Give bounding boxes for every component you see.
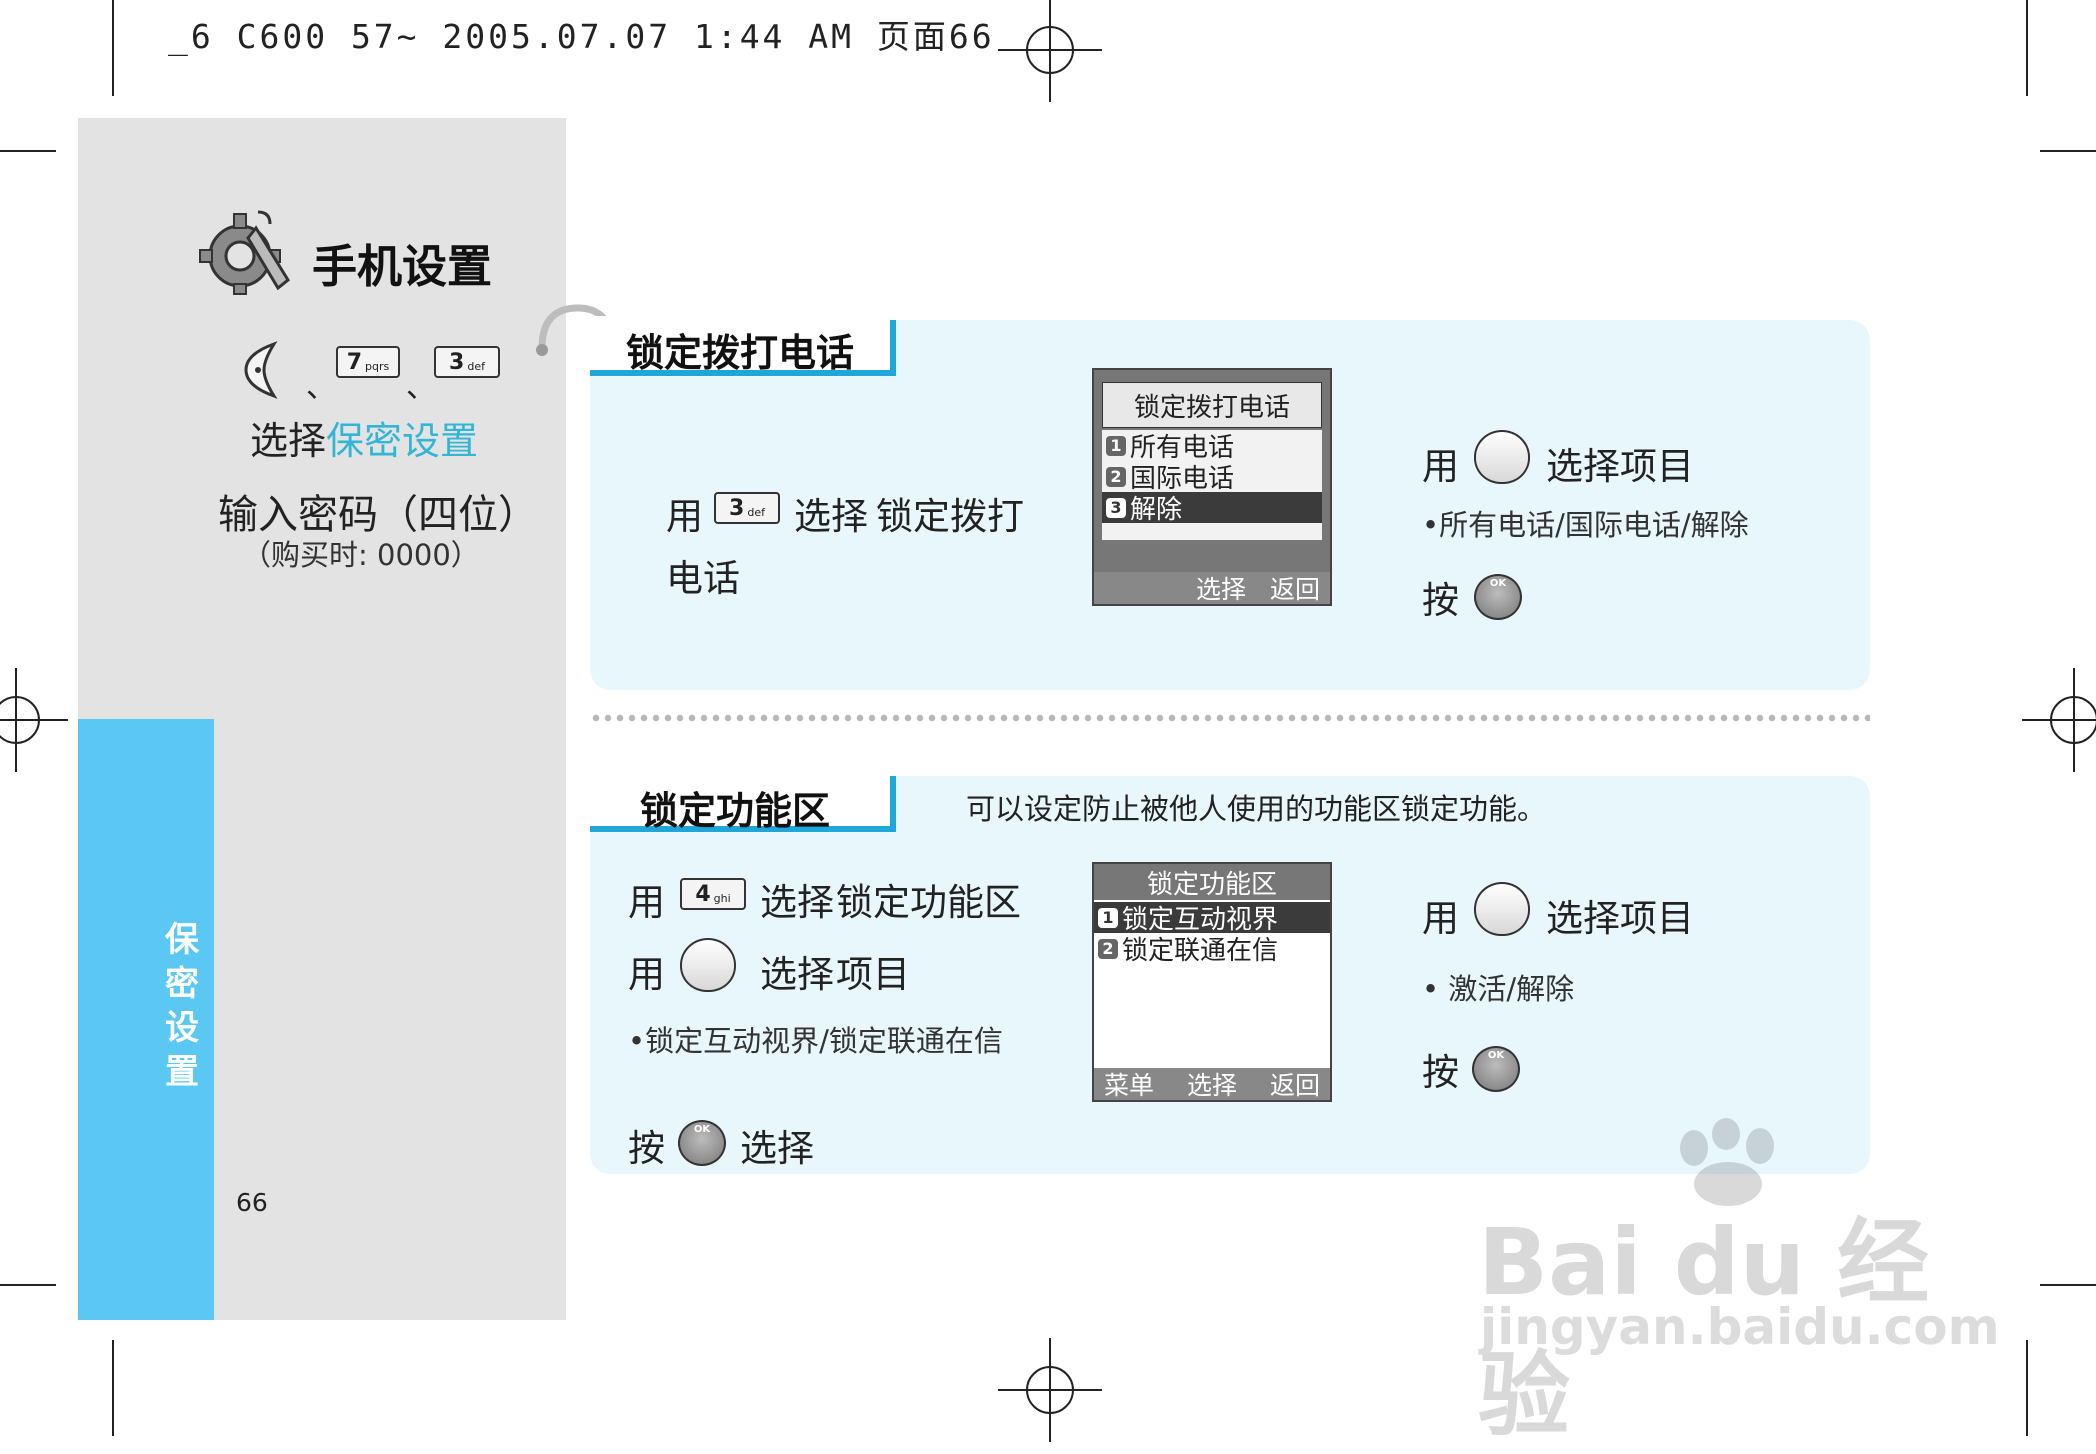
screen-header: 锁定功能区 <box>1094 864 1330 900</box>
crop-mark <box>112 1340 114 1436</box>
nav-key-icon <box>1474 882 1530 936</box>
registration-mark <box>998 0 1102 102</box>
crop-mark <box>0 150 56 152</box>
list-item-selected[interactable]: 3 解除 <box>1102 492 1322 525</box>
options-list: •锁定互动视界/锁定联通在信 <box>628 1024 1003 1058</box>
target-lock-functions: 锁定功能区 <box>836 881 1021 924</box>
select-label: 选择 <box>760 881 834 924</box>
key-3-icon: 3 def <box>434 346 500 378</box>
key-3-icon: 3 def <box>714 492 780 524</box>
screen-list: 1 所有电话 2 国际电话 3 解除 <box>1102 430 1322 540</box>
section-title-lock-functions: 锁定功能区 <box>640 789 831 833</box>
target-lock-calls-cont: 电话 <box>666 557 740 600</box>
nav-key-icon <box>680 938 736 992</box>
softkey-back[interactable]: 返回 <box>1270 1066 1320 1102</box>
baidu-watermark: Bai du 经验 jingyan.baidu.com <box>1478 1118 2000 1449</box>
options-list: • 激活/解除 <box>1422 972 1575 1006</box>
options-list: •所有电话/国际电话/解除 <box>1422 508 1749 542</box>
separator: 、 <box>406 370 436 405</box>
menu-key-icon <box>244 341 278 399</box>
crop-mark <box>2040 1284 2096 1286</box>
select-label: 选择 <box>740 1127 814 1170</box>
crop-mark <box>2026 0 2028 96</box>
page-number: 66 <box>236 1188 268 1217</box>
registration-mark <box>2022 668 2096 772</box>
use-label: 用 <box>1422 897 1459 940</box>
softkey-select[interactable]: 选择 <box>1187 1066 1237 1102</box>
crop-mark <box>112 0 114 96</box>
select-items-label: 选择项目 <box>1546 897 1694 940</box>
softkey-bar: 菜单 选择 返回 <box>1094 1068 1330 1100</box>
select-label: 选择 <box>760 953 834 996</box>
registration-mark <box>998 1338 1102 1442</box>
list-item[interactable]: 2 锁定联通在信 <box>1094 933 1330 966</box>
crop-mark <box>2040 150 2096 152</box>
ok-key-icon: OK <box>1472 1046 1520 1092</box>
section-description: 可以设定防止被他人使用的功能区锁定功能。 <box>966 792 1547 826</box>
purchase-password: （购买时: 0000） <box>242 538 480 572</box>
page-title: 手机设置 <box>312 240 493 293</box>
use-label: 用 <box>666 495 703 538</box>
crop-mark <box>0 1284 56 1286</box>
settings-gear-icon <box>199 210 290 295</box>
print-header: _6 C600 57~ 2005.07.07 1:44 AM 页面66 <box>168 17 995 56</box>
list-item[interactable]: 1 所有电话 <box>1102 430 1322 463</box>
screen-list: 1 锁定互动视界 2 锁定联通在信 <box>1094 902 1330 966</box>
separator: 、 <box>306 370 336 405</box>
phone-screen-lock-functions: 锁定功能区 1 锁定互动视界 2 锁定联通在信 菜单 选择 返回 <box>1092 862 1332 1102</box>
tab-edge <box>890 320 896 376</box>
select-items-label: 选择项目 <box>1546 445 1694 488</box>
press-label: 按 <box>628 1127 665 1170</box>
tab-edge <box>890 776 896 832</box>
crop-mark <box>2026 1340 2028 1436</box>
softkey-back[interactable]: 返回 <box>1270 570 1320 606</box>
softkey-menu[interactable]: 菜单 <box>1104 1066 1154 1102</box>
key-7-icon: 7 pqrs <box>336 346 400 378</box>
registration-mark <box>0 668 68 772</box>
select-label: 选择 <box>794 495 868 538</box>
ok-key-icon: OK <box>678 1120 726 1166</box>
target-lock-calls: 锁定拨打 <box>876 495 1024 538</box>
list-item[interactable]: 2 国际电话 <box>1102 461 1322 494</box>
softkey-bar: 选择 返回 <box>1094 572 1330 604</box>
sidebar-vertical-label: 保 密 设 置 <box>165 920 199 1092</box>
section-title-lock-calls: 锁定拨打电话 <box>626 331 855 375</box>
select-security-line: 选择保密设置 <box>250 419 479 463</box>
key-4-icon: 4 ghi <box>680 878 746 910</box>
use-label: 用 <box>1422 445 1459 488</box>
use-label: 用 <box>628 953 665 996</box>
ok-key-icon: OK <box>1474 574 1522 620</box>
softkey-select[interactable]: 选择 <box>1196 570 1246 606</box>
press-label: 按 <box>1422 579 1459 622</box>
list-item-selected[interactable]: 1 锁定互动视界 <box>1094 902 1330 935</box>
nav-key-icon <box>1474 430 1530 484</box>
use-label: 用 <box>628 881 665 924</box>
screen-header: 锁定拨打电话 <box>1102 382 1322 428</box>
phone-screen-lock-calls: 锁定拨打电话 1 所有电话 2 国际电话 3 解除 选择 返回 <box>1092 368 1332 606</box>
press-label: 按 <box>1422 1051 1459 1094</box>
dotted-divider <box>590 714 1870 722</box>
target-items: 项目 <box>836 953 910 996</box>
